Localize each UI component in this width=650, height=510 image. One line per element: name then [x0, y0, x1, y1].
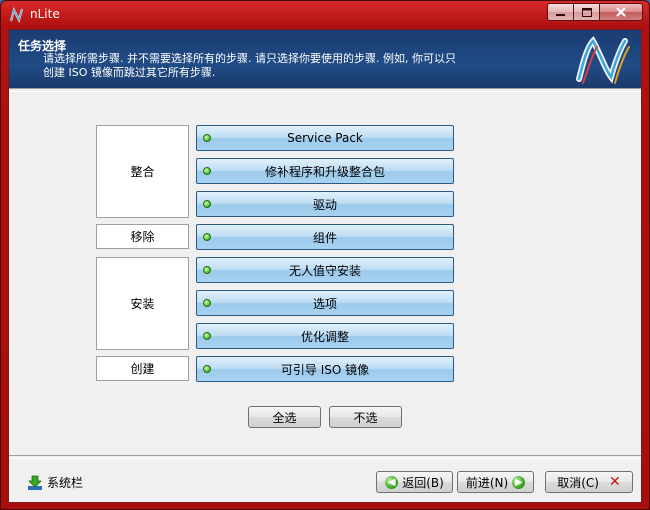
wizard-header: 任务选择 请选择所需步骤. 并不需要选择所有的步骤. 请只选择你要使用的步骤. …: [9, 30, 641, 88]
status-led-icon: [203, 200, 211, 208]
status-led-icon: [203, 233, 211, 241]
tray-label: 系统栏: [47, 476, 84, 490]
group-label-remove: 移除: [96, 224, 189, 249]
cancel-button-label: 取消(C): [557, 475, 599, 490]
status-led-icon: [203, 299, 211, 307]
task-drivers-button[interactable]: 驱动: [196, 191, 454, 217]
task-drivers-label: 驱动: [312, 197, 337, 212]
minimize-button[interactable]: [547, 3, 574, 21]
task-hotfixes-label: 修补程序和升级整合包: [264, 164, 385, 179]
close-icon: [616, 7, 626, 17]
task-unattended-label: 无人值守安装: [288, 263, 361, 278]
group-label-integrate: 整合: [96, 125, 189, 218]
status-led-icon: [203, 167, 211, 175]
task-tweaks-button[interactable]: 优化调整: [196, 323, 454, 349]
close-button[interactable]: [600, 3, 643, 21]
task-bootable-iso-label: 可引导 ISO 镜像: [280, 362, 370, 377]
task-unattended-button[interactable]: 无人值守安装: [196, 257, 454, 283]
nlite-logo-icon: [9, 7, 24, 23]
page-description: 请选择所需步骤. 并不需要选择所有的步骤. 请只选择你要使用的步骤. 例如, 你…: [43, 52, 513, 80]
back-button-label: 返回(B): [402, 475, 444, 490]
select-none-button[interactable]: 不选: [329, 406, 402, 428]
status-led-icon: [203, 365, 211, 373]
download-arrow-icon: [28, 475, 42, 490]
title-bar[interactable]: nLite: [1, 1, 649, 29]
status-led-icon: [203, 134, 211, 142]
app-window: nLite 任务选择 请选择所需步骤. 并不需要选择所有的步骤. 请只选择你要使…: [0, 0, 650, 510]
next-button[interactable]: 前进(N) ▶: [457, 471, 534, 493]
page-description-line-1: 请选择所需步骤. 并不需要选择所有的步骤. 请只选择你要使用的步骤. 例如, 你…: [43, 52, 456, 65]
maximize-button[interactable]: [574, 3, 600, 21]
task-hotfixes-button[interactable]: 修补程序和升级整合包: [196, 158, 454, 184]
group-label-create: 创建: [96, 356, 189, 381]
window-title: nLite: [30, 7, 60, 21]
back-arrow-icon: ◀: [385, 475, 399, 489]
task-tweaks-label: 优化调整: [300, 329, 349, 344]
cancel-button[interactable]: 取消(C) ✕: [545, 471, 633, 493]
select-all-button[interactable]: 全选: [248, 406, 321, 428]
next-arrow-icon: ▶: [512, 475, 526, 489]
next-button-label: 前进(N): [465, 475, 509, 490]
tray-toggle[interactable]: 系统栏: [27, 474, 83, 491]
back-button[interactable]: ◀ 返回(B): [376, 471, 453, 493]
task-options-button[interactable]: 选项: [196, 290, 454, 316]
minimize-icon: [556, 13, 565, 16]
cancel-x-icon: ✕: [609, 474, 621, 490]
task-service-pack-label: Service Pack: [287, 131, 363, 145]
nlite-header-logo-icon: [576, 36, 630, 84]
task-components-button[interactable]: 组件: [196, 224, 454, 250]
task-bootable-iso-button[interactable]: 可引导 ISO 镜像: [196, 356, 454, 382]
header-separator: [9, 88, 641, 92]
group-label-setup: 安装: [96, 257, 189, 350]
wizard-client-area: 任务选择 请选择所需步骤. 并不需要选择所有的步骤. 请只选择你要使用的步骤. …: [8, 29, 642, 503]
status-led-icon: [203, 332, 211, 340]
task-components-label: 组件: [312, 230, 337, 245]
window-controls: [547, 3, 643, 21]
page-description-line-2: 创建 ISO 镜像而跳过其它所有步骤.: [43, 66, 216, 79]
task-service-pack-button[interactable]: Service Pack: [196, 125, 454, 151]
status-led-icon: [203, 266, 211, 274]
maximize-icon: [581, 7, 592, 17]
task-options-label: 选项: [312, 296, 337, 311]
footer-separator: [9, 455, 641, 459]
